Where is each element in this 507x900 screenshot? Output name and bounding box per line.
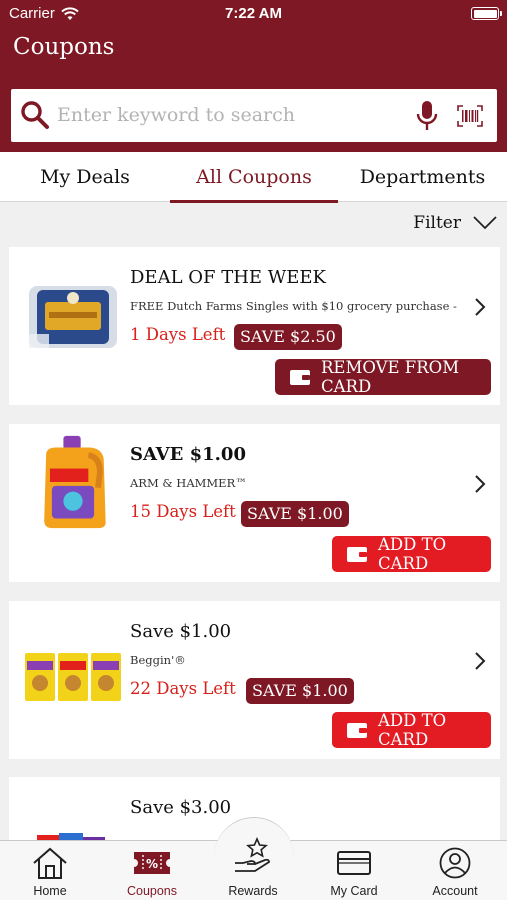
status-bar: Carrier 7:22 AM [0, 0, 507, 28]
bottom-nav: Home % Coupons Rewards My Card Account [0, 817, 507, 900]
product-image-dog-treats [25, 653, 121, 701]
battery-icon [471, 7, 502, 20]
account-icon [439, 847, 471, 879]
chevron-right-icon[interactable] [474, 297, 486, 317]
filter-bar[interactable]: Filter [0, 203, 507, 243]
tab-all-coupons[interactable]: All Coupons [170, 152, 338, 203]
save-badge: SAVE $1.00 [246, 678, 354, 704]
coupon-title: DEAL OF THE WEEK [130, 267, 327, 288]
nav-label: My Card [330, 884, 378, 898]
svg-text:%: % [146, 857, 158, 871]
home-icon [33, 847, 67, 879]
nav-label: Home [33, 884, 67, 898]
button-label: ADD TO CARD [378, 711, 447, 749]
save-badge: SAVE $2.50 [234, 324, 342, 350]
wallet-icon [347, 547, 367, 562]
wallet-icon [290, 370, 310, 385]
remove-from-card-button[interactable]: REMOVE FROM CARD [275, 358, 491, 396]
coupon-title: Save $3.00 [130, 797, 232, 818]
nav-account[interactable]: Account [405, 841, 505, 900]
search-bar [11, 89, 497, 142]
nav-label: Coupons [126, 884, 178, 898]
wallet-icon [347, 723, 367, 738]
coupon-card[interactable]: SAVE $1.00 ARM & HAMMER™ 15 Days Left SA… [9, 424, 500, 582]
tab-departments[interactable]: Departments [338, 152, 507, 202]
chevron-right-icon[interactable] [474, 651, 486, 671]
status-time: 7:22 AM [225, 5, 282, 22]
add-to-card-button[interactable]: ADD TO CARD [332, 535, 491, 573]
search-icon[interactable] [19, 99, 51, 131]
product-image-detergent [44, 435, 106, 529]
barcode-scanner-icon[interactable] [457, 105, 483, 127]
add-to-card-button[interactable]: ADD TO CARD [332, 711, 491, 749]
microphone-icon[interactable] [415, 100, 439, 132]
chevron-right-icon[interactable] [474, 474, 486, 494]
days-left: 22 Days Left [130, 679, 236, 698]
coupon-description: FREE Dutch Farms Singles with $10 grocer… [130, 299, 457, 313]
button-label: ADD TO CARD [378, 535, 447, 573]
coupon-description: ARM & HAMMER™ [130, 476, 247, 490]
product-image-cheese-singles [29, 286, 117, 348]
card-icon [337, 851, 371, 875]
search-input[interactable] [57, 97, 407, 133]
save-badge: SAVE $1.00 [241, 501, 349, 527]
days-left: 15 Days Left [130, 502, 236, 521]
coupon-title: Save $1.00 [130, 621, 232, 642]
nav-home[interactable]: Home [0, 841, 100, 900]
button-label: REMOVE FROM CARD [321, 358, 460, 396]
coupon-ticket-icon: % [134, 852, 170, 874]
coupon-tabs: My Deals All Coupons Departments [0, 152, 507, 203]
filter-label[interactable]: Filter [413, 213, 461, 233]
product-image-snacks [37, 833, 105, 840]
nav-coupons[interactable]: % Coupons [102, 841, 202, 900]
coupon-card[interactable]: DEAL OF THE WEEK FREE Dutch Farms Single… [9, 247, 500, 405]
coupon-description: Beggin'® [130, 653, 186, 667]
nav-my-card[interactable]: My Card [304, 841, 404, 900]
nav-rewards[interactable]: Rewards [203, 837, 303, 900]
rewards-hand-star-icon [235, 837, 270, 872]
nav-label: Rewards [228, 884, 278, 898]
coupon-title: SAVE $1.00 [130, 444, 246, 465]
tab-my-deals[interactable]: My Deals [0, 152, 170, 202]
page-title: Coupons [13, 34, 115, 60]
chevron-down-icon[interactable] [473, 216, 497, 230]
coupon-card[interactable]: Save $1.00 Beggin'® 22 Days Left SAVE $1… [9, 601, 500, 759]
header: Coupons [0, 28, 507, 152]
nav-label: Account [432, 884, 478, 898]
days-left: 1 Days Left [130, 325, 226, 344]
